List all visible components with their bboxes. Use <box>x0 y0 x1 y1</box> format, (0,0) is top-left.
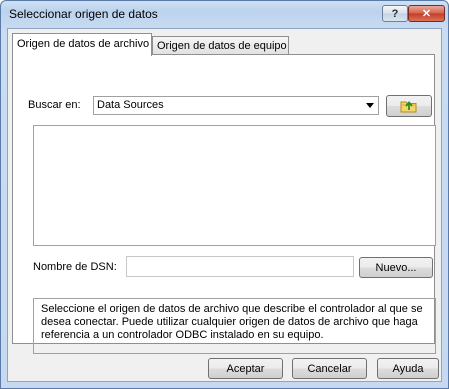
new-button[interactable]: Nuevo... <box>359 257 433 278</box>
file-list[interactable] <box>33 125 436 246</box>
up-folder-button[interactable] <box>386 95 432 117</box>
dialog-client-area: Origen de datos de archivo Origen de dat… <box>7 28 442 382</box>
description-text: Seleccione el origen de datos de archivo… <box>41 303 423 341</box>
dsn-label: Nombre de DSN: <box>33 261 117 273</box>
help-icon: ? <box>391 7 399 20</box>
dialog-window: Seleccionar origen de datos ? ✕ Origen d… <box>0 0 449 389</box>
ok-button[interactable]: Aceptar <box>208 358 283 379</box>
title-bar[interactable]: Seleccionar origen de datos ? ✕ <box>1 1 448 27</box>
tab-panel: Buscar en: Data Sources Nombre de DSN: N… <box>12 54 436 354</box>
tab-file-data-source[interactable]: Origen de datos de archivo <box>12 33 152 56</box>
close-button[interactable]: ✕ <box>408 5 445 22</box>
help-button[interactable]: Ayuda <box>377 358 439 379</box>
dropdown-arrow-icon[interactable] <box>366 103 374 108</box>
lookin-combo[interactable]: Data Sources <box>93 96 379 115</box>
help-title-button[interactable]: ? <box>382 5 408 22</box>
description-box: Seleccione el origen de datos de archivo… <box>33 298 436 354</box>
window-title: Seleccionar origen de datos <box>9 7 158 21</box>
tab-machine-data-source[interactable]: Origen de datos de equipo <box>152 36 289 54</box>
lookin-value: Data Sources <box>97 99 164 111</box>
cancel-button[interactable]: Cancelar <box>292 358 367 379</box>
close-icon: ✕ <box>421 8 432 20</box>
folder-up-icon <box>400 101 417 113</box>
lookin-label: Buscar en: <box>28 99 81 111</box>
dsn-name-input[interactable] <box>126 256 354 277</box>
